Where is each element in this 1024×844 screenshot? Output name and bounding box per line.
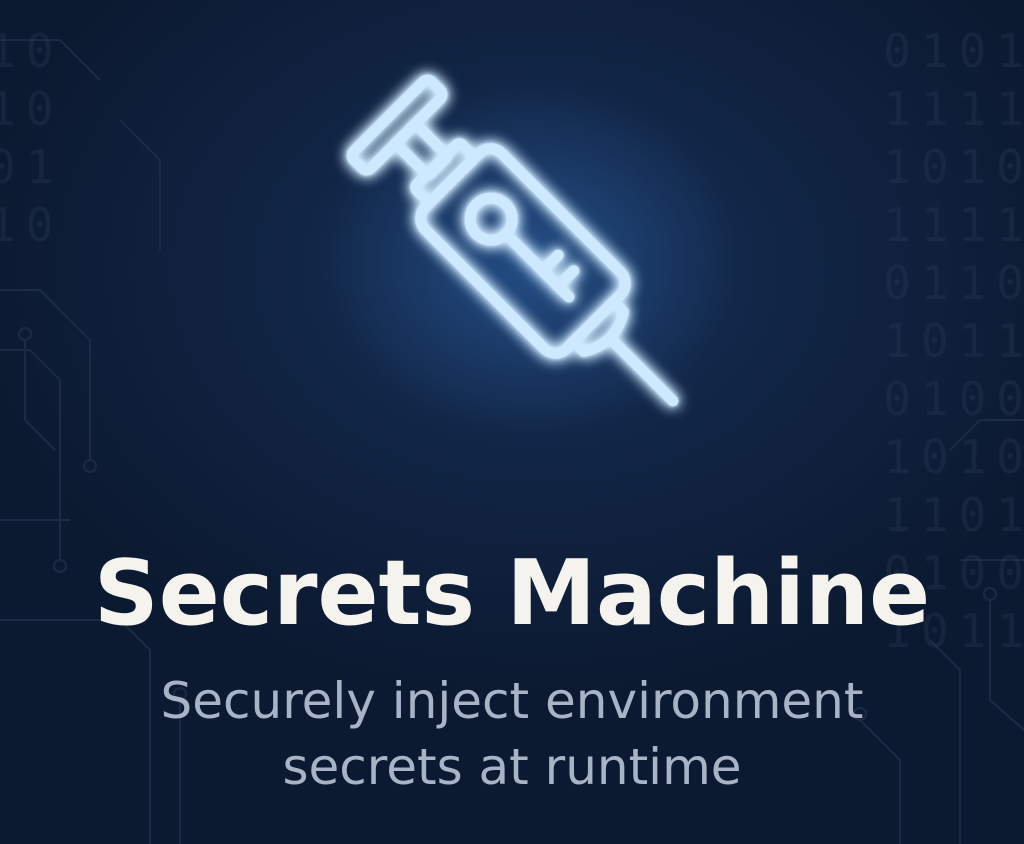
subtitle-line-2: secrets at runtime xyxy=(282,738,742,796)
syringe-key-icon xyxy=(320,68,740,458)
subtitle-line-1: Securely inject environment xyxy=(160,672,864,730)
page-title: Secrets Machine xyxy=(93,541,931,646)
binary-pattern-left: 10 10 01 10 xyxy=(0,24,64,252)
subtitle: Securely inject environment secrets at r… xyxy=(0,668,1024,800)
